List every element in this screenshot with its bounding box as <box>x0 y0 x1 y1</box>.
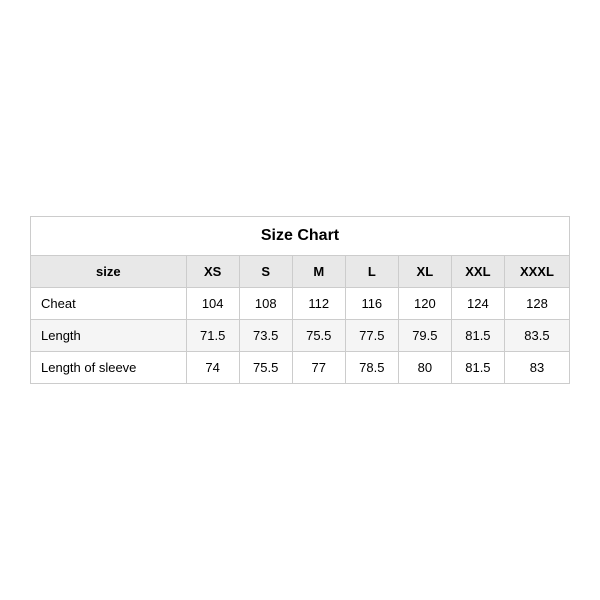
row-label-length: Length <box>31 320 187 352</box>
size-chart-container: Size Chart size XS S M L XL XXL XXXL Che… <box>30 216 570 384</box>
col-header-size: size <box>31 256 187 288</box>
row-label-cheat: Cheat <box>31 288 187 320</box>
length-xxxl: 83.5 <box>504 320 569 352</box>
length-xl: 79.5 <box>398 320 451 352</box>
length-m: 75.5 <box>292 320 345 352</box>
title-row: Size Chart <box>31 217 570 256</box>
col-header-s: S <box>239 256 292 288</box>
cheat-s: 108 <box>239 288 292 320</box>
row-label-sleeve: Length of sleeve <box>31 352 187 384</box>
col-header-xxxl: XXXL <box>504 256 569 288</box>
length-s: 73.5 <box>239 320 292 352</box>
col-header-xl: XL <box>398 256 451 288</box>
cheat-l: 116 <box>345 288 398 320</box>
sleeve-xxxl: 83 <box>504 352 569 384</box>
table-row: Length of sleeve 74 75.5 77 78.5 80 81.5… <box>31 352 570 384</box>
sleeve-xl: 80 <box>398 352 451 384</box>
length-xxl: 81.5 <box>451 320 504 352</box>
length-l: 77.5 <box>345 320 398 352</box>
cheat-xxxl: 128 <box>504 288 569 320</box>
cheat-xl: 120 <box>398 288 451 320</box>
cheat-m: 112 <box>292 288 345 320</box>
sleeve-m: 77 <box>292 352 345 384</box>
size-chart-table: Size Chart size XS S M L XL XXL XXXL Che… <box>30 216 570 384</box>
col-header-xxl: XXL <box>451 256 504 288</box>
col-header-l: L <box>345 256 398 288</box>
cheat-xxl: 124 <box>451 288 504 320</box>
sleeve-s: 75.5 <box>239 352 292 384</box>
header-row: size XS S M L XL XXL XXXL <box>31 256 570 288</box>
sleeve-l: 78.5 <box>345 352 398 384</box>
col-header-xs: XS <box>186 256 239 288</box>
table-row: Cheat 104 108 112 116 120 124 128 <box>31 288 570 320</box>
sleeve-xxl: 81.5 <box>451 352 504 384</box>
table-title: Size Chart <box>31 217 570 256</box>
col-header-m: M <box>292 256 345 288</box>
cheat-xs: 104 <box>186 288 239 320</box>
table-row: Length 71.5 73.5 75.5 77.5 79.5 81.5 83.… <box>31 320 570 352</box>
length-xs: 71.5 <box>186 320 239 352</box>
sleeve-xs: 74 <box>186 352 239 384</box>
